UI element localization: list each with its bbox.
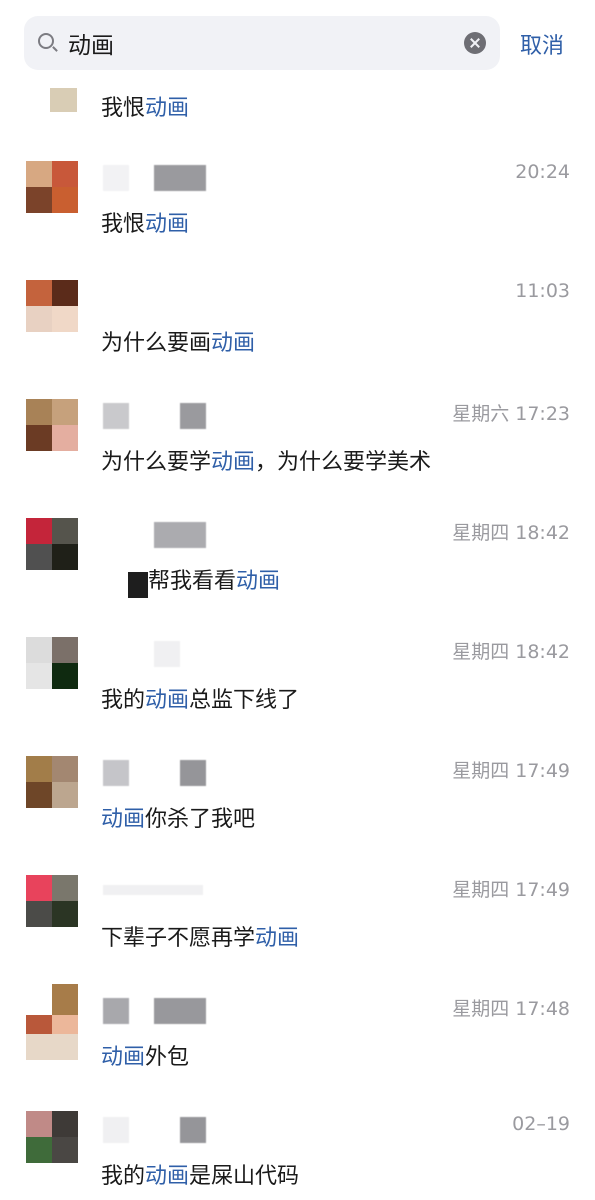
sender-name xyxy=(103,760,129,786)
avatar xyxy=(26,161,78,213)
search-result-item[interactable]: 星期六 17:23 为什么要学动画，为什么要学美术 xyxy=(0,383,595,502)
sender-name xyxy=(103,885,203,895)
message-snippet: 下辈子不愿再学动画 xyxy=(101,926,300,951)
sender-name xyxy=(154,641,180,667)
message-time: 星期四 18:42 xyxy=(452,641,570,663)
search-box[interactable] xyxy=(24,16,500,70)
sender-name xyxy=(103,998,129,1024)
message-snippet: 我的动画总监下线了 xyxy=(101,688,300,713)
search-result-item[interactable]: 20:24 我恨动画 xyxy=(0,145,595,264)
avatar xyxy=(26,280,78,332)
cancel-button[interactable]: 取消 xyxy=(520,28,564,60)
message-time: 20:24 xyxy=(515,161,570,183)
message-time: 02–19 xyxy=(512,1113,570,1135)
sender-name xyxy=(103,1117,129,1143)
message-snippet: 为什么要画动画 xyxy=(101,331,256,356)
clear-search-button[interactable] xyxy=(464,32,486,54)
search-input[interactable] xyxy=(68,26,448,60)
sender-name xyxy=(103,403,129,429)
search-result-item[interactable]: 02–19 我的动画是屎山代码 xyxy=(0,1097,595,1200)
message-time: 星期四 17:48 xyxy=(452,998,570,1020)
avatar xyxy=(26,1111,78,1163)
message-time: 星期四 17:49 xyxy=(452,879,570,901)
sender-name xyxy=(180,760,206,786)
search-result-item[interactable]: 我恨动画 xyxy=(0,80,595,126)
avatar xyxy=(26,875,78,927)
message-time: 星期四 17:49 xyxy=(452,760,570,782)
avatar xyxy=(26,399,78,451)
message-snippet: 我恨动画 xyxy=(101,96,190,121)
search-result-item[interactable]: 星期四 17:48 动画外包 xyxy=(0,978,595,1097)
message-time: 星期四 18:42 xyxy=(452,522,570,544)
avatar xyxy=(50,88,77,112)
avatar xyxy=(26,756,78,808)
search-result-item[interactable]: 星期四 18:42 我的动画总监下线了 xyxy=(0,621,595,740)
search-result-item[interactable]: 星期四 17:49 下辈子不愿再学动画 xyxy=(0,859,595,978)
search-header: 取消 xyxy=(0,0,595,80)
search-result-item[interactable]: 星期四 18:42 帮我看看动画 xyxy=(0,502,595,621)
avatar xyxy=(26,637,78,689)
message-snippet: 帮我看看动画 xyxy=(148,569,281,594)
sender-name xyxy=(154,522,206,548)
message-time: 11:03 xyxy=(515,280,570,302)
message-snippet: 我的动画是屎山代码 xyxy=(101,1164,300,1189)
search-icon xyxy=(38,33,54,49)
search-result-item[interactable]: 星期四 17:49 动画你杀了我吧 xyxy=(0,740,595,859)
sender-name xyxy=(180,403,206,429)
mention-avatar xyxy=(128,572,148,598)
sender-name xyxy=(154,165,206,191)
sender-name xyxy=(154,998,206,1024)
message-snippet: 动画外包 xyxy=(101,1045,190,1070)
message-time: 星期六 17:23 xyxy=(452,403,570,425)
message-snippet: 动画你杀了我吧 xyxy=(101,807,256,832)
sender-name xyxy=(103,165,129,191)
avatar-lower xyxy=(26,1034,78,1060)
avatar xyxy=(26,518,78,570)
sender-name xyxy=(180,1117,206,1143)
message-snippet: 我恨动画 xyxy=(101,212,190,237)
search-result-item[interactable]: 11:03 为什么要画动画 xyxy=(0,264,595,383)
message-snippet: 为什么要学动画，为什么要学美术 xyxy=(101,450,432,475)
